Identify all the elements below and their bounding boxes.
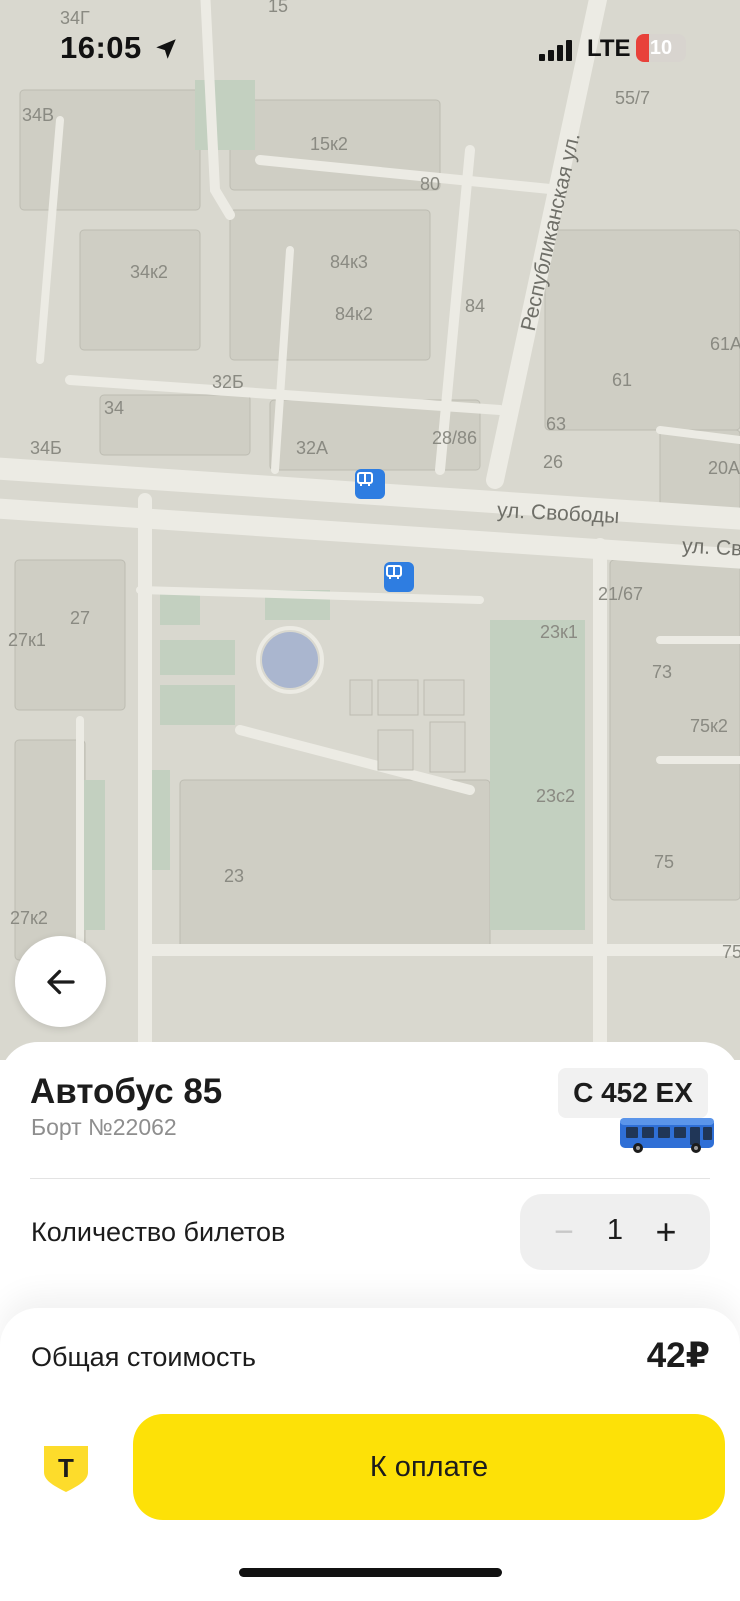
quantity-value: 1 <box>606 1214 624 1246</box>
ticket-sheet: Автобус 85 Борт №22062 С 452 ЕХ Количест… <box>0 1042 740 1601</box>
map-house-number: 23с2 <box>536 786 576 806</box>
map-house-number: 34В <box>22 105 55 125</box>
map-streets <box>0 0 740 1060</box>
map-house-number: 75к2 <box>690 716 728 736</box>
arrow-left-icon <box>46 969 75 994</box>
bank-logo-letter: Т <box>58 1453 74 1483</box>
divider <box>30 1178 710 1179</box>
map-house-number: 34к2 <box>130 262 168 282</box>
street-label: ул. Св <box>681 534 740 561</box>
battery-level: 10 <box>649 36 673 59</box>
payment-panel: Общая стоимость 42₽ Т К оплате <box>0 1308 740 1601</box>
map-house-number: 84к3 <box>330 252 368 272</box>
bus-stop-icon[interactable] <box>355 469 385 499</box>
home-indicator <box>239 1568 502 1577</box>
map-house-number: 34Б <box>30 438 62 458</box>
map-house-number: 28/86 <box>432 428 478 448</box>
board-number: Борт №22062 <box>31 1114 177 1140</box>
bus-stop-icon[interactable] <box>384 562 414 592</box>
map-house-number: 20А <box>708 458 740 478</box>
map-house-number: 27 <box>70 608 91 628</box>
map-house-number: 75 <box>654 852 675 872</box>
map-house-number: 75 <box>722 942 740 962</box>
map-house-number: 84к2 <box>335 304 373 324</box>
location-arrow-icon <box>156 39 176 59</box>
map-house-number: 27к1 <box>8 630 46 650</box>
battery-icon: 10 <box>636 34 686 62</box>
signal-icon <box>539 39 572 61</box>
back-button[interactable] <box>15 936 106 1027</box>
status-time: 16:05 <box>60 30 142 65</box>
quantity-stepper: − 1 + <box>520 1194 710 1270</box>
map[interactable]: 34Г 15 34В 15к2 80 55/7 34к2 84к3 84к2 8… <box>0 0 740 1060</box>
map-house-number: 63 <box>546 414 567 434</box>
map-house-number: 23к1 <box>540 622 578 642</box>
map-house-number: 23 <box>224 866 245 886</box>
map-house-number: 61 <box>612 370 633 390</box>
map-house-number: 21/67 <box>598 584 644 604</box>
increase-button[interactable]: + <box>646 1211 686 1252</box>
total-cost-value: 42₽ <box>646 1336 710 1375</box>
bank-shield-logo[interactable]: Т <box>42 1444 90 1494</box>
network-type: LTE <box>587 35 631 62</box>
map-house-number: 27к2 <box>10 908 48 928</box>
ticket-quantity-label: Количество билетов <box>31 1217 286 1247</box>
map-house-number: 84 <box>465 296 486 316</box>
pay-button[interactable]: К оплате <box>133 1414 725 1520</box>
route-title: Автобус 85 <box>30 1072 223 1111</box>
bus-image <box>620 1118 714 1153</box>
map-house-number: 61А <box>710 334 740 354</box>
total-cost-label: Общая стоимость <box>31 1342 256 1372</box>
license-plate: С 452 ЕХ <box>558 1068 708 1118</box>
map-house-number: 26 <box>543 452 564 472</box>
status-bar: 16:05 LTE 10 <box>0 0 740 100</box>
map-house-number: 32А <box>296 438 329 458</box>
decrease-button[interactable]: − <box>544 1212 584 1252</box>
map-house-number: 73 <box>652 662 673 682</box>
map-house-number: 32Б <box>212 372 244 392</box>
map-house-number: 80 <box>420 174 441 194</box>
map-house-number: 15к2 <box>310 134 348 154</box>
map-house-number: 34 <box>104 398 125 418</box>
